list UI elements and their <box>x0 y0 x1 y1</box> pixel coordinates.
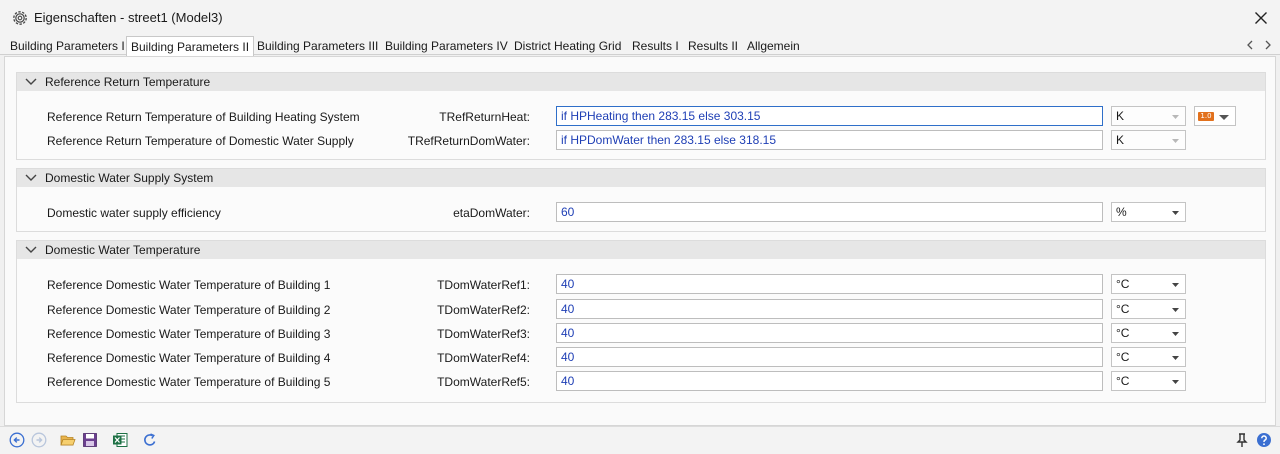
parameter-description: Reference Domestic Water Temperature of … <box>47 278 331 292</box>
chevron-down-icon <box>1219 115 1229 120</box>
parameter-name: TRefReturnDomWater: <box>407 134 530 148</box>
pin-icon[interactable] <box>1234 432 1250 448</box>
tab-scroll-left-icon[interactable] <box>1245 39 1255 51</box>
parameter-value-input[interactable]: if HPHeating then 283.15 else 303.15 <box>556 106 1103 126</box>
chevron-down-icon[interactable] <box>25 245 37 255</box>
group-title: Reference Return Temperature <box>45 75 211 89</box>
parameter-description: Reference Return Temperature of Domestic… <box>47 134 354 148</box>
parameter-panel: Reference Return Temperature Reference R… <box>4 56 1276 426</box>
chevron-down-icon <box>1172 211 1179 215</box>
parameter-name: TDomWaterRef5: <box>437 375 530 389</box>
tab-building-parameters-1[interactable]: Building Parameters I <box>6 38 129 55</box>
chevron-down-icon[interactable] <box>25 77 37 87</box>
parameter-row: Reference Domestic Water Temperature of … <box>17 371 1265 393</box>
unit-select[interactable]: K <box>1111 130 1186 150</box>
unit-label: K <box>1116 109 1125 123</box>
tab-building-parameters-2[interactable]: Building Parameters II <box>126 36 255 56</box>
group-title: Domestic Water Supply System <box>45 171 214 185</box>
parameter-value-input[interactable]: 40 <box>556 274 1103 294</box>
title-bar: Eigenschaften - street1 (Model3) <box>0 0 1280 36</box>
parameter-name: TDomWaterRef1: <box>437 278 530 292</box>
tab-building-parameters-4[interactable]: Building Parameters IV <box>381 38 512 55</box>
tab-strip: Building Parameters I Building Parameter… <box>0 36 1280 56</box>
parameter-value-input[interactable]: 60 <box>556 202 1103 222</box>
parameter-name: TDomWaterRef2: <box>437 303 530 317</box>
group-header[interactable]: Domestic Water Supply System <box>17 169 1265 187</box>
parameter-row: Reference Domestic Water Temperature of … <box>17 323 1265 345</box>
save-icon[interactable] <box>82 432 98 448</box>
unit-select[interactable]: °C <box>1111 347 1186 367</box>
unit-select[interactable]: °C <box>1111 299 1186 319</box>
parameter-description: Reference Domestic Water Temperature of … <box>47 303 331 317</box>
group-reference-return-temperature: Reference Return Temperature Reference R… <box>16 72 1266 160</box>
parameter-description: Reference Return Temperature of Building… <box>47 110 360 124</box>
tab-district-heating-grid[interactable]: District Heating Grid <box>510 38 625 55</box>
unit-label: °C <box>1116 350 1130 364</box>
chevron-down-icon[interactable] <box>25 173 37 183</box>
parameter-row: Domestic water supply efficiency etaDomW… <box>17 202 1265 224</box>
unit-label: °C <box>1116 302 1130 316</box>
parameter-description: Domestic water supply efficiency <box>47 206 221 220</box>
open-folder-icon[interactable] <box>60 432 76 448</box>
gear-icon <box>13 11 27 25</box>
window-title: Eigenschaften - street1 (Model3) <box>34 10 223 25</box>
chevron-down-icon <box>1172 308 1179 312</box>
unit-label: % <box>1116 205 1127 219</box>
parameter-value-input[interactable]: 40 <box>556 347 1103 367</box>
chevron-down-icon <box>1172 139 1179 143</box>
bottom-toolbar <box>0 426 1280 454</box>
parameter-value-input[interactable]: 40 <box>556 299 1103 319</box>
tab-results-2[interactable]: Results II <box>684 38 742 55</box>
forward-icon[interactable] <box>31 432 47 448</box>
parameter-name: etaDomWater: <box>453 206 530 220</box>
chevron-down-icon <box>1172 115 1179 119</box>
chevron-down-icon <box>1172 332 1179 336</box>
group-domestic-water-temperature: Domestic Water Temperature Reference Dom… <box>16 240 1266 403</box>
parameter-row: Reference Return Temperature of Building… <box>17 106 1265 128</box>
parameter-row: Reference Return Temperature of Domestic… <box>17 130 1265 152</box>
refresh-icon[interactable] <box>142 432 158 448</box>
excel-export-icon[interactable] <box>112 432 128 448</box>
group-domestic-water-supply-system: Domestic Water Supply System Domestic wa… <box>16 168 1266 232</box>
parameter-row: Reference Domestic Water Temperature of … <box>17 299 1265 321</box>
group-header[interactable]: Domestic Water Temperature <box>17 241 1265 259</box>
unit-select[interactable]: °C <box>1111 323 1186 343</box>
parameter-value-input[interactable]: 40 <box>556 371 1103 391</box>
parameter-name: TRefReturnHeat: <box>439 110 530 124</box>
unit-label: °C <box>1116 326 1130 340</box>
unit-label: K <box>1116 133 1125 147</box>
group-title: Domestic Water Temperature <box>45 243 201 257</box>
chevron-down-icon <box>1172 380 1179 384</box>
group-header[interactable]: Reference Return Temperature <box>17 73 1265 91</box>
chevron-down-icon <box>1172 283 1179 287</box>
parameter-row: Reference Domestic Water Temperature of … <box>17 347 1265 369</box>
parameter-name: TDomWaterRef3: <box>437 327 530 341</box>
tab-scroll-right-icon[interactable] <box>1263 39 1273 51</box>
tab-building-parameters-3[interactable]: Building Parameters III <box>253 38 382 55</box>
parameter-description: Reference Domestic Water Temperature of … <box>47 375 331 389</box>
parameter-value-input[interactable]: if HPDomWater then 283.15 else 318.15 <box>556 130 1103 150</box>
parameter-name: TDomWaterRef4: <box>437 351 530 365</box>
close-icon[interactable] <box>1252 9 1270 27</box>
variable-type-button[interactable]: 1.0 <box>1194 106 1236 126</box>
unit-select[interactable]: °C <box>1111 274 1186 294</box>
parameter-description: Reference Domestic Water Temperature of … <box>47 351 331 365</box>
parameter-value-input[interactable]: 40 <box>556 323 1103 343</box>
help-icon[interactable] <box>1256 432 1272 448</box>
unit-select[interactable]: % <box>1111 202 1186 222</box>
unit-label: °C <box>1116 277 1130 291</box>
unit-label: °C <box>1116 374 1130 388</box>
unit-select[interactable]: K <box>1111 106 1186 126</box>
parameter-row: Reference Domestic Water Temperature of … <box>17 274 1265 296</box>
tab-allgemein[interactable]: Allgemein <box>743 38 804 55</box>
unit-select[interactable]: °C <box>1111 371 1186 391</box>
back-icon[interactable] <box>9 432 25 448</box>
parameter-description: Reference Domestic Water Temperature of … <box>47 327 331 341</box>
tab-results-1[interactable]: Results I <box>628 38 683 55</box>
chevron-down-icon <box>1172 356 1179 360</box>
variable-type-icon: 1.0 <box>1198 112 1214 121</box>
